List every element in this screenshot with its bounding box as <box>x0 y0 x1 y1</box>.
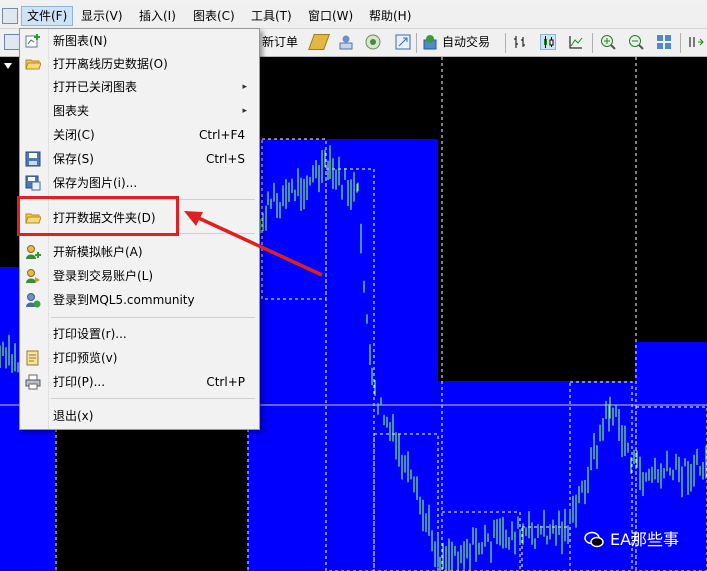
watermark-text: EA那些事 <box>610 530 680 549</box>
wechat-icon <box>584 531 604 549</box>
annotation-overlay <box>184 211 323 277</box>
annotation-arrow <box>191 213 323 277</box>
